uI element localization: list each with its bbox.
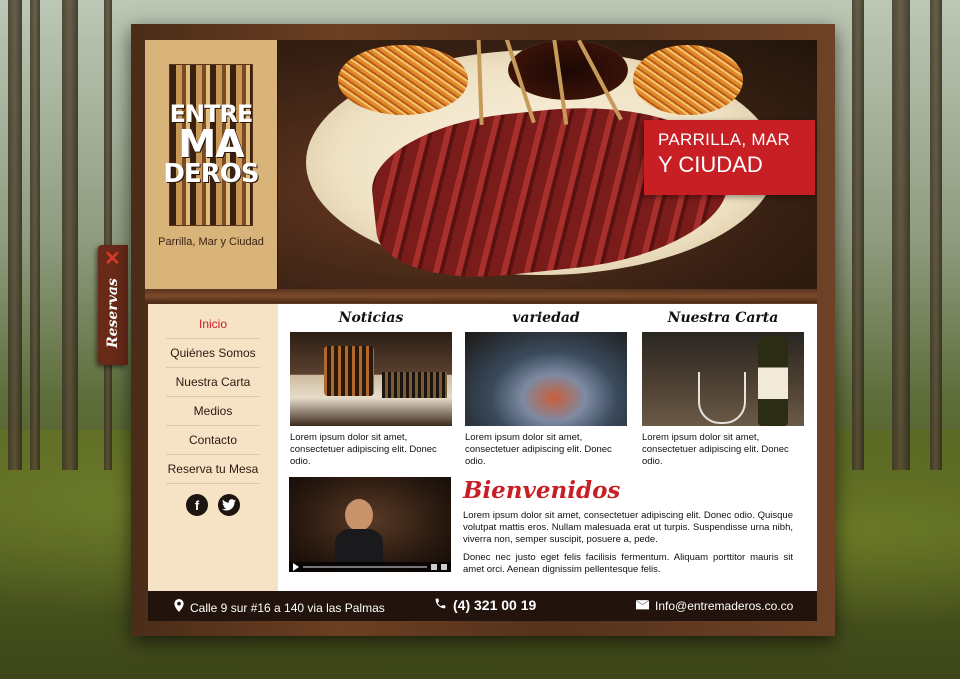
footer-email[interactable]: Info@entremaderos.co.co [636,599,793,613]
tree-trunk [852,0,864,470]
phone-text: (4) 321 00 19 [453,597,537,613]
menu-column: Nuestra Carta Lorem ipsum dolor sit amet… [642,310,804,468]
column-title: Noticias [338,310,404,326]
facebook-icon[interactable]: f [186,494,208,516]
hero-banner: PARRILLA, MAR Y CIUDAD [644,120,815,195]
footer-phone[interactable]: (4) 321 00 19 [434,597,536,613]
main-content: Noticias Lorem ipsum dolor sit amet, con… [278,304,817,591]
logo-panel[interactable]: ENTRE MA DEROS Parrilla, Mar y Ciudad [145,40,277,289]
volume-icon[interactable] [431,564,437,570]
tree-trunk [8,0,22,470]
reservas-tab[interactable]: ✕ Reservas [98,245,128,365]
reservas-label: Reservas [105,278,121,348]
wine-shelf-graphic [382,372,447,398]
play-icon[interactable] [293,563,299,571]
nav-item-reserva-tu-mesa[interactable]: Reserva tu Mesa [166,455,260,484]
logo-word: MA [178,122,244,166]
video-player[interactable] [289,477,451,572]
nav-item-medios[interactable]: Medios [166,397,260,426]
nav-item-contacto[interactable]: Contacto [166,426,260,455]
logo-tagline: Parrilla, Mar y Ciudad [158,236,264,248]
wood-divider [145,289,817,303]
fullscreen-icon[interactable] [441,564,447,570]
wine-bottle-graphic [758,336,788,426]
garnish-graphic [633,45,743,115]
address-text: Calle 9 sur #16 a 140 via las Palmas [190,601,385,615]
nav-item-inicio[interactable]: Inicio [166,310,260,339]
tree-trunk [104,0,112,470]
news-column: Noticias Lorem ipsum dolor sit amet, con… [290,310,452,468]
variety-column: variedad Lorem ipsum dolor sit amet, con… [465,310,627,468]
welcome-title: Bienvenidos [463,477,621,504]
person-head [345,499,373,531]
tree-trunk [930,0,942,470]
nav-list: Inicio Quiénes Somos Nuestra Carta Medio… [148,304,278,484]
column-text: Lorem ipsum dolor sit amet, consectetuer… [465,432,612,467]
logo[interactable]: ENTRE MA DEROS [163,64,260,226]
garnish-graphic [338,45,468,115]
close-icon[interactable]: ✕ [104,249,121,269]
welcome-paragraph: Donec nec justo eget felis facilisis fer… [463,552,793,575]
footer-bar: Calle 9 sur #16 a 140 via las Palmas (4)… [148,591,817,621]
main-nav: Inicio Quiénes Somos Nuestra Carta Medio… [148,304,278,591]
twitter-icon[interactable] [218,494,240,516]
phone-icon [434,597,447,613]
column-title: variedad [512,310,580,326]
banner-line2: Y CIUDAD [658,152,763,177]
social-links: f [148,494,278,516]
logo-word: DEROS [163,159,259,190]
welcome-section: Bienvenidos Lorem ipsum dolor sit amet, … [463,477,793,576]
email-text: Info@entremaderos.co.co [655,599,794,613]
nav-item-nuestra-carta[interactable]: Nuestra Carta [166,368,260,397]
column-title: Nuestra Carta [667,310,779,326]
tree-trunk [892,0,910,470]
mail-icon [636,599,649,613]
news-image[interactable] [290,332,452,426]
column-text: Lorem ipsum dolor sit amet, consectetuer… [290,432,437,467]
map-pin-icon [174,599,184,615]
welcome-paragraph: Lorem ipsum dolor sit amet, consectetuer… [463,510,793,545]
lamp-graphic [324,346,374,396]
nav-item-quienes-somos[interactable]: Quiénes Somos [166,339,260,368]
menu-image[interactable] [642,332,804,426]
tree-trunk [62,0,78,470]
column-text: Lorem ipsum dolor sit amet, consectetuer… [642,432,789,467]
video-progress-track[interactable] [303,566,427,568]
wine-glass-graphic [698,372,746,424]
variety-image[interactable] [465,332,627,426]
twitter-bird-icon [222,499,236,511]
footer-address: Calle 9 sur #16 a 140 via las Palmas [174,599,385,615]
tree-trunk [30,0,40,470]
banner-line1: PARRILLA, MAR [658,130,791,149]
video-controls [289,562,451,572]
